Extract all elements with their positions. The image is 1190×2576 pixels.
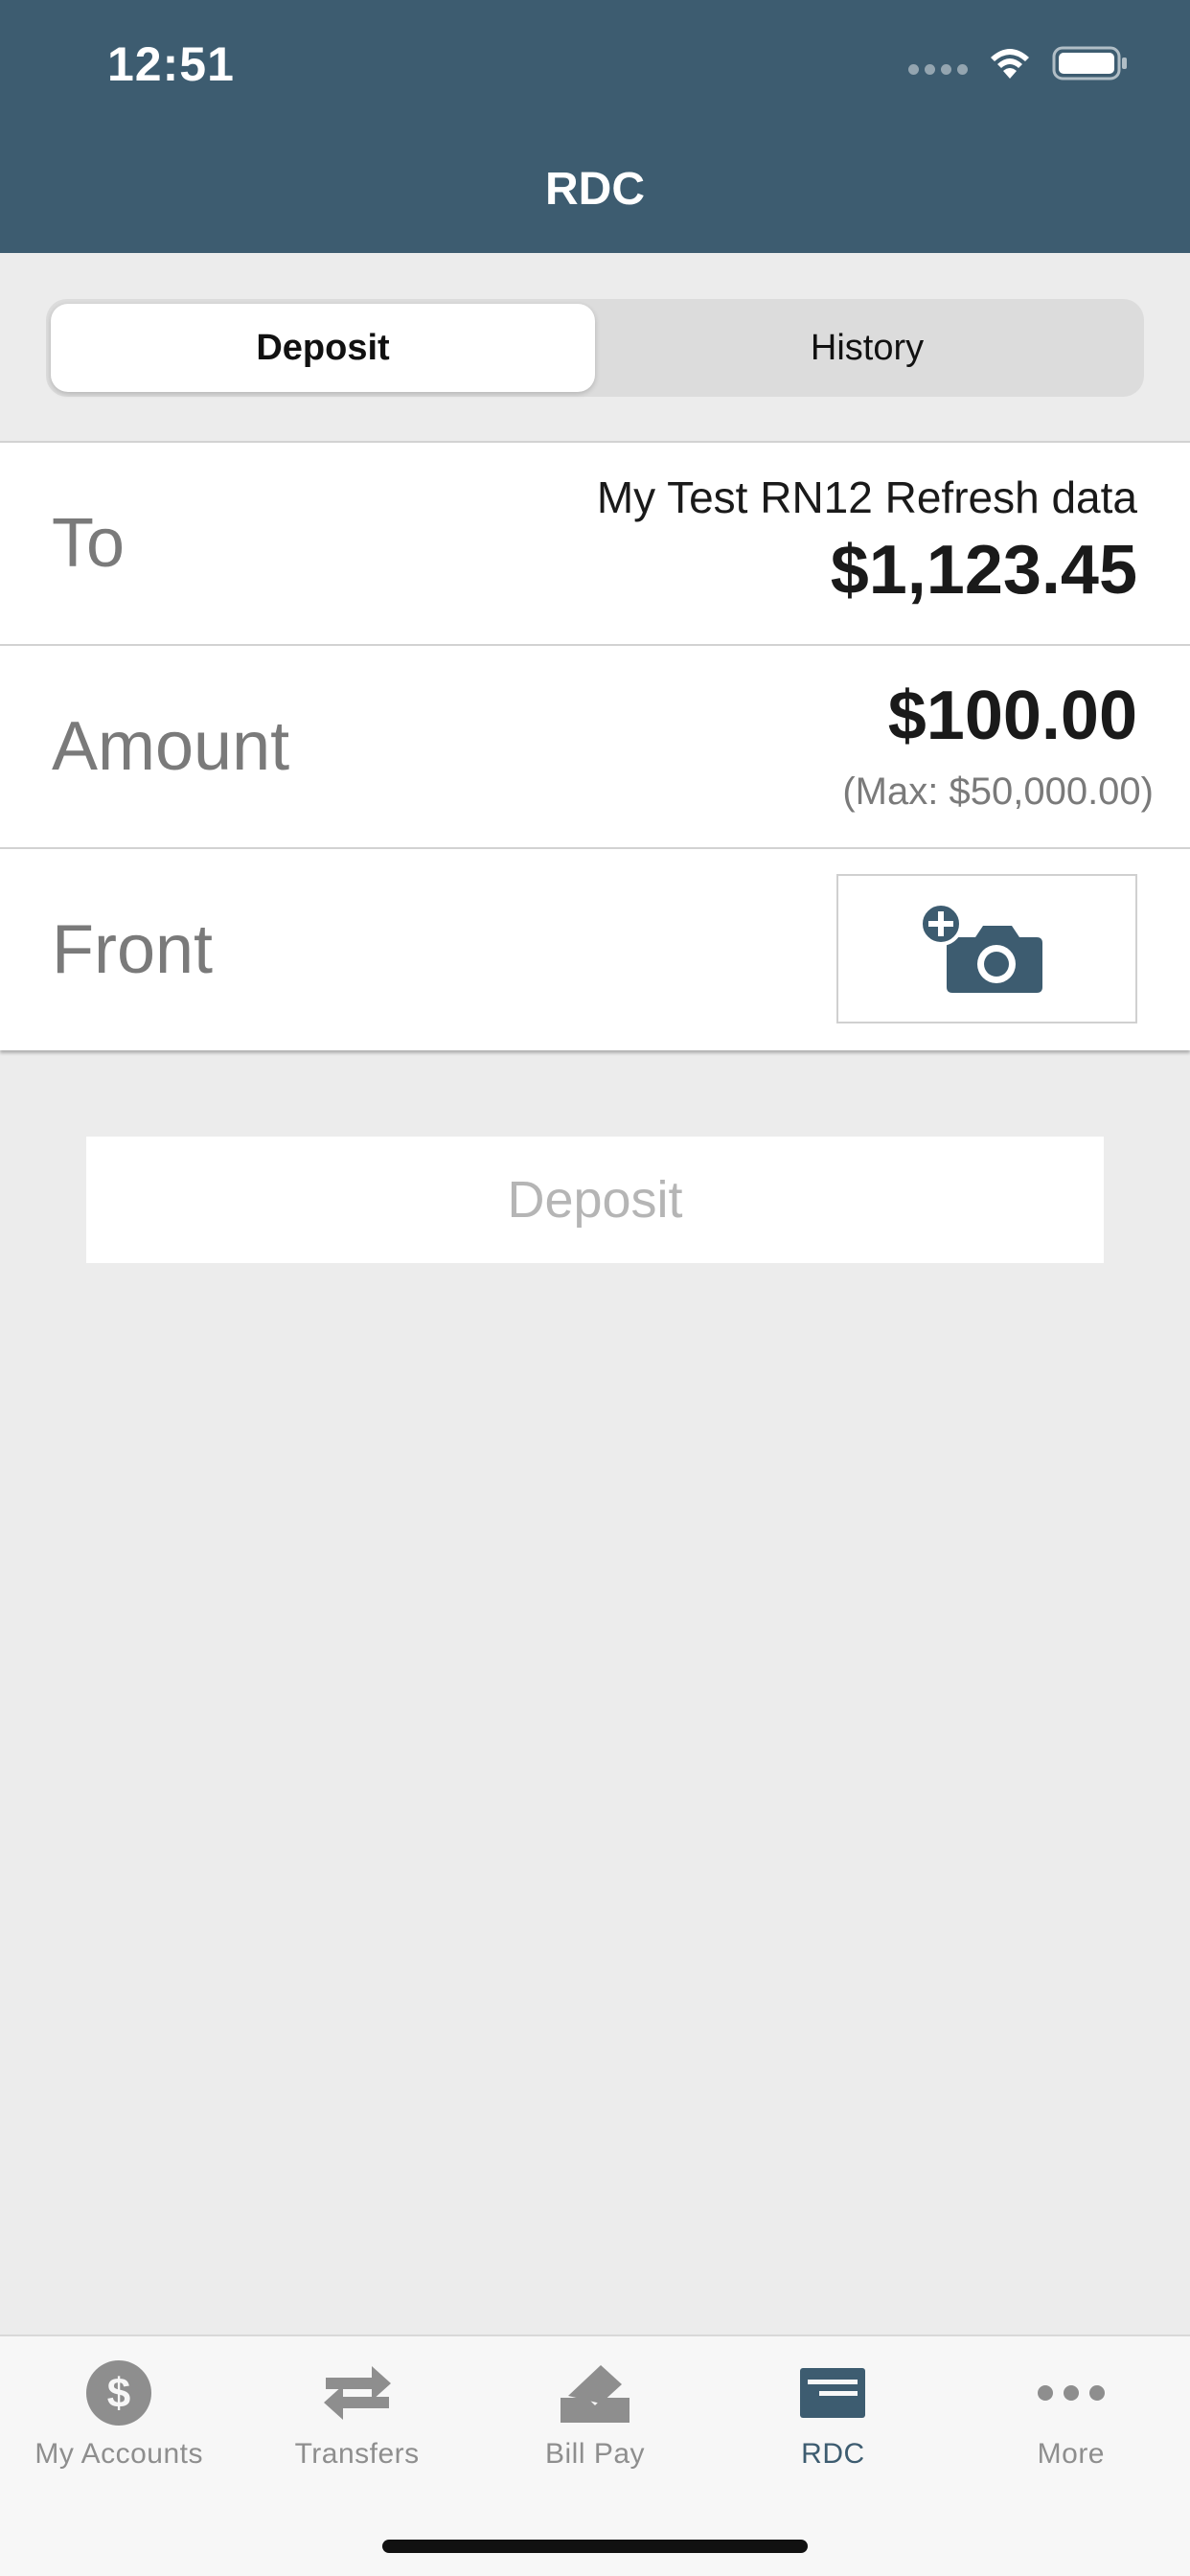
to-label: To xyxy=(52,505,126,582)
tab-label: RDC xyxy=(801,2438,865,2470)
wifi-icon xyxy=(991,49,1029,79)
tab-bill-pay[interactable]: Bill Pay xyxy=(476,2336,714,2480)
bill-pay-icon xyxy=(561,2365,630,2423)
app-header: 12:51 RDC xyxy=(0,0,1190,253)
tab-my-accounts[interactable]: $ My Accounts xyxy=(0,2336,238,2480)
dollar-circle-icon: $ xyxy=(86,2360,152,2426)
status-icons xyxy=(908,44,1129,82)
tab-transfers[interactable]: Transfers xyxy=(238,2336,475,2480)
battery-icon xyxy=(1052,46,1127,80)
check-deposit-icon xyxy=(800,2368,866,2418)
tab-label: Transfers xyxy=(294,2438,420,2470)
amount-label: Amount xyxy=(52,708,290,785)
to-account-row[interactable]: To My Test RN12 Refresh data $1,123.45 xyxy=(0,443,1190,646)
deposit-form: To My Test RN12 Refresh data $1,123.45 A… xyxy=(0,441,1190,1050)
add-camera-icon xyxy=(920,902,1042,993)
transfer-arrows-icon xyxy=(323,2366,391,2420)
amount-row[interactable]: Amount $100.00 (Max: $50,000.00) xyxy=(0,646,1190,849)
deposit-history-segmented-control: Deposit History xyxy=(46,299,1144,397)
page-title: RDC xyxy=(545,164,645,215)
more-dots-icon xyxy=(1037,2385,1105,2401)
amount-max-hint: (Max: $50,000.00) xyxy=(842,770,1154,813)
front-label: Front xyxy=(52,911,214,988)
tab-history[interactable]: History xyxy=(595,304,1139,392)
status-time: 12:51 xyxy=(107,37,235,91)
svg-text:$: $ xyxy=(107,2370,130,2417)
amount-value[interactable]: $100.00 xyxy=(888,677,1137,755)
to-account-balance: $1,123.45 xyxy=(830,532,1137,609)
cellular-signal-icon xyxy=(908,63,968,75)
deposit-button[interactable]: Deposit xyxy=(86,1137,1104,1263)
tab-more[interactable]: More xyxy=(952,2336,1190,2480)
front-image-row: Front xyxy=(0,849,1190,1050)
to-account-name: My Test RN12 Refresh data xyxy=(596,472,1137,522)
tab-rdc[interactable]: RDC xyxy=(714,2336,951,2480)
capture-front-button[interactable] xyxy=(836,874,1137,1024)
home-indicator[interactable] xyxy=(382,2540,808,2553)
tab-label: More xyxy=(1037,2438,1105,2470)
tab-deposit[interactable]: Deposit xyxy=(51,304,595,392)
tab-label: My Accounts xyxy=(34,2438,203,2470)
tab-label: Bill Pay xyxy=(544,2438,646,2470)
